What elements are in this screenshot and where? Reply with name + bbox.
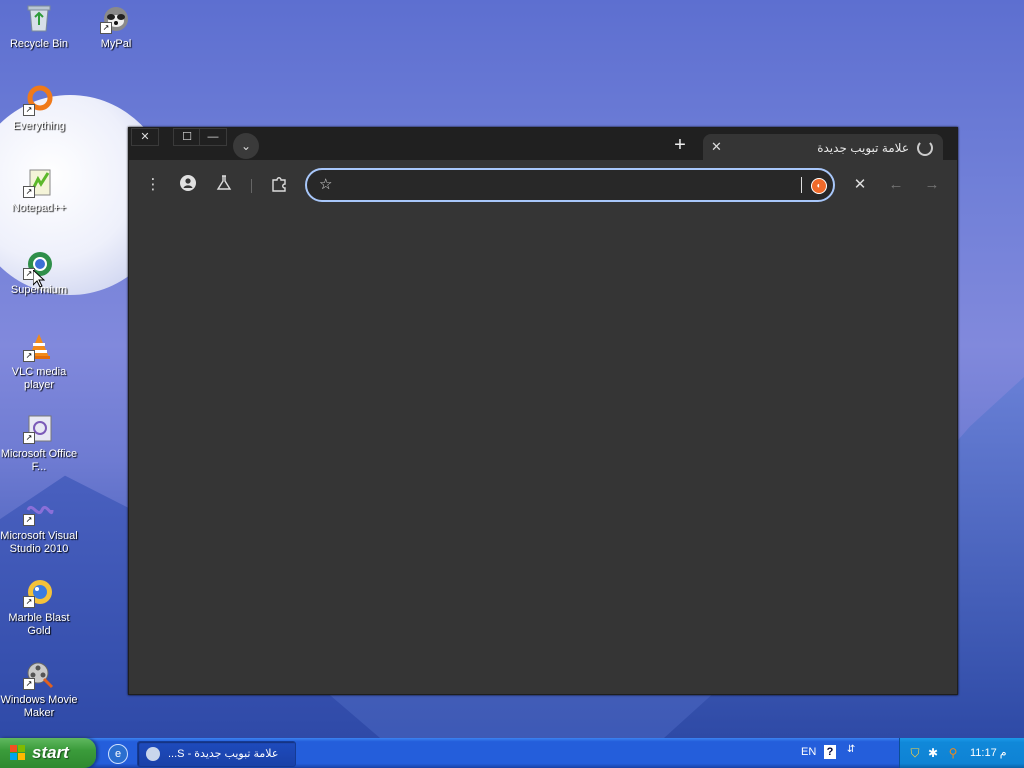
windows-flag-icon xyxy=(10,745,26,761)
close-icon: ✕ xyxy=(140,131,150,143)
extensions-puzzle-icon[interactable] xyxy=(269,175,289,195)
bookmark-star-icon[interactable]: ☆ xyxy=(319,175,332,193)
quick-launch-browser-icon[interactable]: e xyxy=(108,744,128,764)
movie-maker-icon: ↗ xyxy=(23,658,55,690)
browser-window[interactable]: ✕ ☐ — ⌄ + ✕ علامة تبويب جديدة ⋮ ☆ ◐ ✕ ← … xyxy=(128,127,958,695)
system-tray: ⛉ ✱ ⚲ 11:17 م xyxy=(899,738,1024,768)
desktop-icon-visual-studio[interactable]: ↗ Microsoft Visual Studio 2010 xyxy=(0,494,78,556)
network-icon[interactable]: ✱ xyxy=(926,746,940,760)
security-shield-icon[interactable]: ⛉ xyxy=(908,746,922,760)
everything-icon: ↗ xyxy=(23,84,55,116)
desktop-icon-label: Marble Blast Gold xyxy=(8,612,70,637)
supermium-icon xyxy=(146,747,160,761)
mouse-cursor-icon xyxy=(32,268,46,293)
language-options-icon[interactable]: ⇵ xyxy=(847,744,855,755)
desktop-icon-recycle-bin[interactable]: Recycle Bin xyxy=(0,2,78,51)
labs-flask-icon[interactable] xyxy=(214,175,234,195)
back-arrow-icon[interactable]: ← xyxy=(886,175,906,195)
maximize-icon: ☐ xyxy=(182,131,192,143)
loading-spinner-icon xyxy=(917,140,933,156)
chevron-down-icon: ⌄ xyxy=(240,139,252,153)
new-tab-button[interactable]: + xyxy=(669,135,691,157)
start-button[interactable]: start xyxy=(0,738,96,768)
desktop-icon-label: MyPal xyxy=(100,38,132,50)
help-icon[interactable]: ? xyxy=(824,745,836,759)
desktop-icon-office[interactable]: ↗ Microsoft Office F... xyxy=(0,412,78,474)
tab-search-button[interactable]: ⌄ xyxy=(233,133,259,159)
shortcut-arrow-icon: ↗ xyxy=(23,678,35,690)
minimize-icon: — xyxy=(207,131,219,143)
stop-loading-icon[interactable]: ✕ xyxy=(850,175,870,195)
forward-arrow-icon[interactable]: → xyxy=(922,175,942,195)
taskbar-button-browser[interactable]: علامة تبويب جديدة - S... xyxy=(137,741,296,767)
office-icon: ↗ xyxy=(23,412,55,444)
text-cursor xyxy=(801,177,802,193)
mypal-icon: ↗ xyxy=(100,2,132,34)
tab-new-tab[interactable]: ✕ علامة تبويب جديدة xyxy=(703,134,943,162)
extension-badge-icon[interactable]: ◐ xyxy=(811,178,827,194)
plus-icon: + xyxy=(674,134,686,156)
notepad-plus-plus-icon: ↗ xyxy=(23,166,55,198)
shortcut-arrow-icon: ↗ xyxy=(23,514,35,526)
address-bar[interactable]: ☆ ◐ xyxy=(305,168,835,202)
address-input[interactable] xyxy=(343,174,797,196)
language-indicator[interactable]: EN xyxy=(801,746,816,758)
profile-icon[interactable] xyxy=(178,175,198,195)
visual-studio-icon: ↗ xyxy=(23,494,55,526)
clock[interactable]: 11:17 م xyxy=(970,746,1007,759)
shortcut-arrow-icon: ↗ xyxy=(23,350,35,362)
taskbar: start e علامة تبويب جديدة - S... EN ? ⇵ … xyxy=(0,738,1024,768)
toolbar-separator xyxy=(251,179,252,193)
desktop-icon-notepad-plus-plus[interactable]: ↗ Notepad++ xyxy=(0,166,78,215)
menu-kebab-icon[interactable]: ⋮ xyxy=(143,175,163,195)
page-content[interactable] xyxy=(129,211,957,694)
search-icon[interactable]: ⚲ xyxy=(946,746,960,760)
desktop-icon-label: Windows Movie Maker xyxy=(0,694,78,719)
tab-title: علامة تبويب جديدة xyxy=(817,141,909,155)
desktop-icon-label: Microsoft Office F... xyxy=(0,448,78,473)
tab-strip: ✕ ☐ — ⌄ + ✕ علامة تبويب جديدة xyxy=(129,128,957,162)
tab-close-icon[interactable]: ✕ xyxy=(711,139,722,155)
window-minimize-button[interactable]: — xyxy=(199,128,227,146)
desktop-icon-label: Microsoft Visual Studio 2010 xyxy=(0,530,78,555)
recycle-bin-icon xyxy=(23,2,55,34)
desktop-icon-everything[interactable]: ↗ Everything xyxy=(0,84,78,133)
shortcut-arrow-icon: ↗ xyxy=(100,22,112,34)
desktop-icon-vlc[interactable]: ↗ VLC media player xyxy=(0,330,78,392)
desktop-icon-label: VLC media player xyxy=(11,366,67,391)
desktop-icon-label: Notepad++ xyxy=(11,202,67,214)
shortcut-arrow-icon: ↗ xyxy=(23,104,35,116)
vlc-icon: ↗ xyxy=(23,330,55,362)
window-close-button[interactable]: ✕ xyxy=(131,128,159,146)
taskbar-button-label: علامة تبويب جديدة - S... xyxy=(168,748,279,760)
start-label: start xyxy=(32,743,69,762)
desktop-icon-label: Everything xyxy=(13,120,65,132)
shortcut-arrow-icon: ↗ xyxy=(23,432,35,444)
shortcut-arrow-icon: ↗ xyxy=(23,186,35,198)
window-maximize-button[interactable]: ☐ xyxy=(173,128,201,146)
desktop-icon-movie-maker[interactable]: ↗ Windows Movie Maker xyxy=(0,658,78,720)
shortcut-arrow-icon: ↗ xyxy=(23,596,35,608)
desktop-icon-label: Recycle Bin xyxy=(9,38,69,50)
desktop-icon-marble-blast[interactable]: ↗ Marble Blast Gold xyxy=(0,576,78,638)
browser-toolbar: ⋮ ☆ ◐ ✕ ← → xyxy=(129,161,957,211)
marble-blast-icon: ↗ xyxy=(23,576,55,608)
desktop-icon-mypal[interactable]: ↗ MyPal xyxy=(77,2,155,51)
